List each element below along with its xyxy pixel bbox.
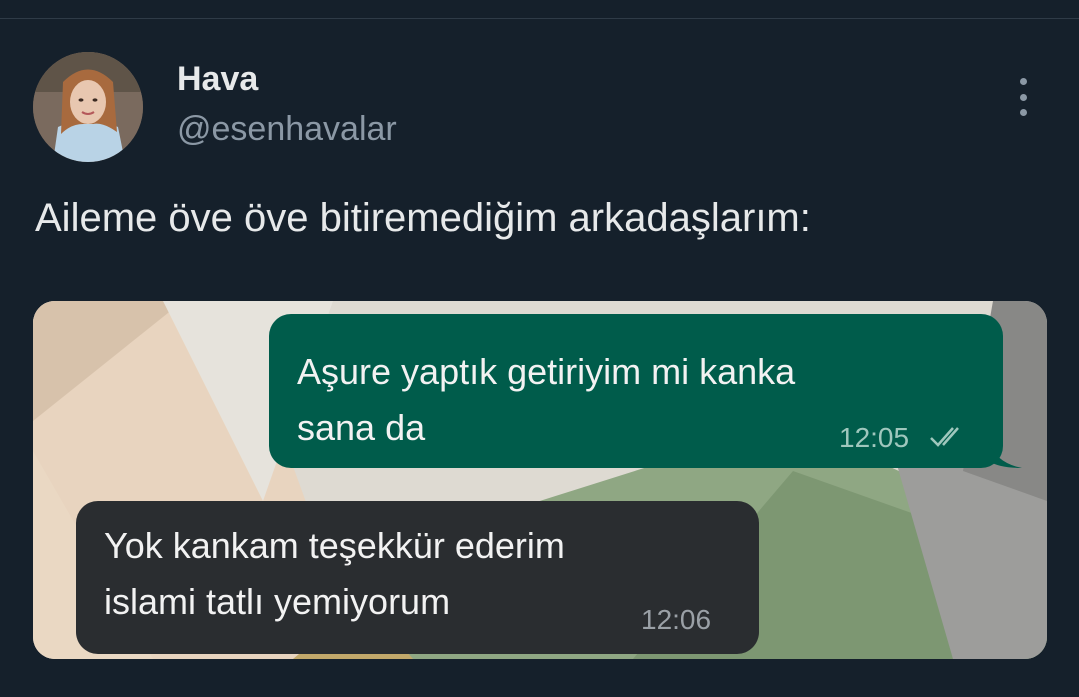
double-check-icon bbox=[930, 427, 959, 447]
incoming-message-bubble[interactable]: Yok kankam teşekkür ederim islami tatlı … bbox=[76, 501, 759, 654]
more-dot bbox=[1019, 109, 1027, 116]
avatar[interactable] bbox=[33, 52, 143, 162]
message-timestamp: 12:06 bbox=[641, 604, 712, 635]
tweet-text: Aileme öve öve bitiremediğim arkadaşları… bbox=[35, 196, 811, 240]
message-timestamp: 12:05 bbox=[839, 422, 910, 453]
display-name[interactable]: Hava bbox=[177, 60, 258, 99]
more-dot bbox=[1019, 93, 1027, 101]
message-line: Aşure yaptık getiriyim mi kanka bbox=[297, 351, 796, 392]
more-options-icon[interactable] bbox=[1010, 78, 1036, 116]
bubble-tail bbox=[988, 441, 1022, 468]
user-handle[interactable]: @esenhavalar bbox=[177, 110, 397, 149]
tweet-image[interactable]: Aşure yaptık getiriyim mi kanka sana da … bbox=[33, 301, 1047, 659]
outgoing-message-bubble[interactable]: Aşure yaptık getiriyim mi kanka sana da … bbox=[269, 314, 1003, 468]
message-line: Yok kankam teşekkür ederim bbox=[104, 525, 565, 566]
top-divider bbox=[0, 18, 1079, 19]
more-dot bbox=[1019, 78, 1027, 85]
